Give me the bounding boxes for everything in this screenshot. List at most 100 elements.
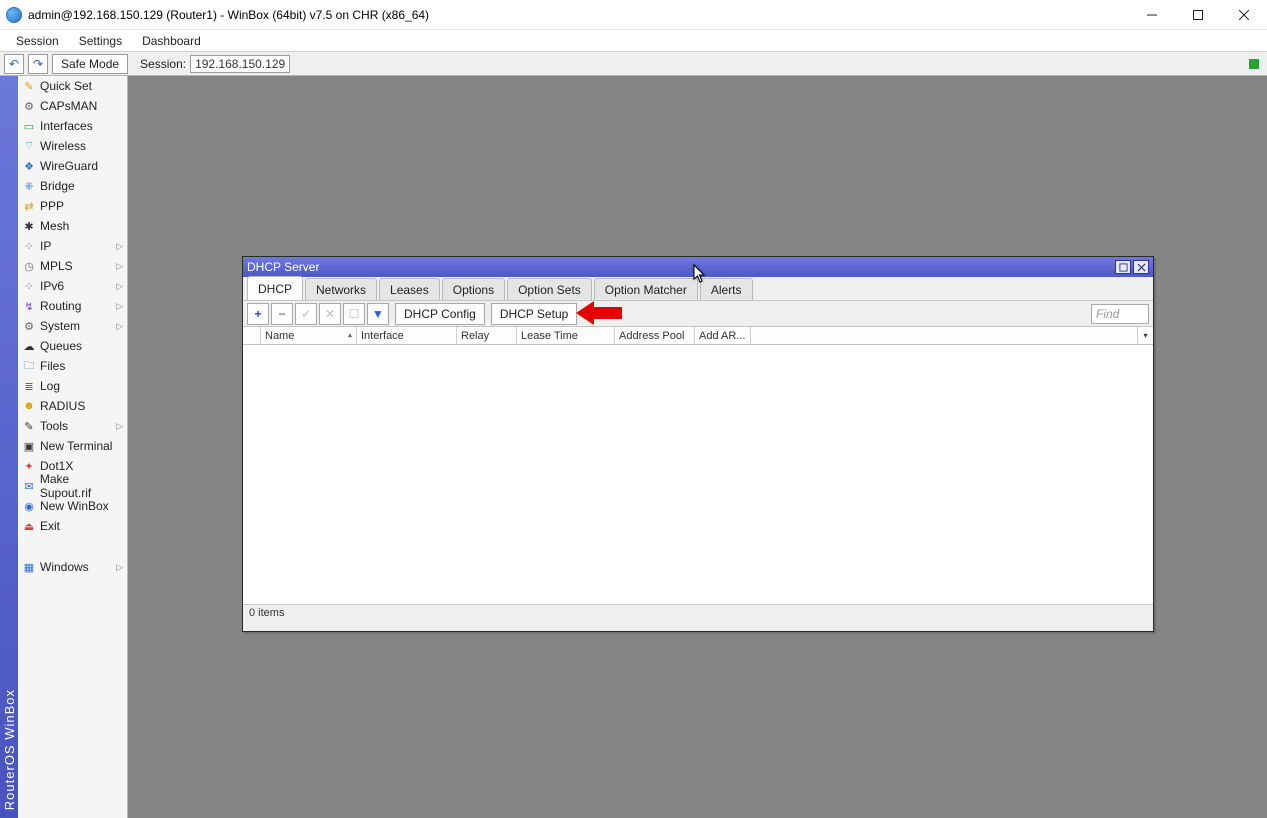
redo-button[interactable]: ↷ (28, 54, 48, 74)
sidebar-item-capsman[interactable]: ⚙CAPsMAN (18, 96, 127, 116)
sidebar-item-label: Windows (40, 560, 89, 574)
submenu-arrow-icon: ▷ (116, 281, 123, 292)
tab-options[interactable]: Options (442, 278, 505, 300)
add-button[interactable]: + (247, 303, 269, 325)
column-header-pool[interactable]: Address Pool (615, 327, 695, 344)
quickset-icon: ✎ (22, 79, 36, 93)
files-icon: 🗀 (22, 359, 36, 373)
dhcp-window-titlebar[interactable]: DHCP Server (243, 257, 1153, 277)
sidebar-item-label: New WinBox (40, 499, 109, 513)
session-value[interactable]: 192.168.150.129 (190, 55, 290, 73)
tab-networks[interactable]: Networks (305, 278, 377, 300)
undo-icon: ↶ (9, 57, 19, 71)
sidebar-item-label: IPv6 (40, 279, 64, 293)
sidebar-item-wireless[interactable]: ⌔Wireless (18, 136, 127, 156)
sidebar-item-exit[interactable]: ⏏ Exit (18, 516, 127, 536)
sidebar-item-mpls[interactable]: ◷MPLS▷ (18, 256, 127, 276)
column-header-name[interactable]: Name (261, 327, 357, 344)
dhcp-window-maximize-button[interactable] (1115, 260, 1131, 274)
check-icon: ✓ (301, 307, 311, 321)
sidebar-item-label: Routing (40, 299, 81, 313)
workspace: DHCP Server DHCPNetworksLeasesOptionsOpt… (128, 76, 1267, 818)
plus-icon: + (254, 307, 261, 321)
exit-icon: ⏏ (22, 519, 36, 533)
window-minimize-button[interactable] (1129, 0, 1175, 30)
column-header-addarp[interactable]: Add AR... (695, 327, 751, 344)
column-chooser-button[interactable]: ▾ (1137, 327, 1153, 344)
cross-icon: ✕ (325, 307, 335, 321)
sidebar-item-log[interactable]: ≣Log (18, 376, 127, 396)
tab-option-sets[interactable]: Option Sets (507, 278, 592, 300)
funnel-icon: ▼ (372, 307, 384, 321)
sidebar-item-ppp[interactable]: ⇄PPP (18, 196, 127, 216)
mesh-icon: ✱ (22, 219, 36, 233)
toolbar: ↶ ↷ Safe Mode Session: 192.168.150.129 (0, 52, 1267, 76)
find-input[interactable]: Find (1091, 304, 1149, 324)
column-header-relay[interactable]: Relay (457, 327, 517, 344)
tab-option-matcher[interactable]: Option Matcher (594, 278, 698, 300)
disable-button[interactable]: ✕ (319, 303, 341, 325)
menu-settings[interactable]: Settings (69, 32, 132, 50)
tab-leases[interactable]: Leases (379, 278, 440, 300)
tools-icon: ✎ (22, 419, 36, 433)
ip-icon: ⁘ (22, 239, 36, 253)
sidebar-item-windows[interactable]: ▦Windows▷ (18, 557, 127, 577)
ppp-icon: ⇄ (22, 199, 36, 213)
sidebar-item-label: Tools (40, 419, 68, 433)
sidebar-item-label: IP (40, 239, 51, 253)
menu-session[interactable]: Session (6, 32, 69, 50)
sidebar-item-ipv6[interactable]: ⁘IPv6▷ (18, 276, 127, 296)
sidebar-item-system[interactable]: ⚙System▷ (18, 316, 127, 336)
sidebar-item-label: Mesh (40, 219, 69, 233)
filter-button[interactable]: ▼ (367, 303, 389, 325)
tab-dhcp[interactable]: DHCP (247, 276, 303, 300)
sidebar-item-label: RADIUS (40, 399, 85, 413)
dhcp-setup-button[interactable]: DHCP Setup (491, 303, 577, 325)
newterm-icon: ▣ (22, 439, 36, 453)
window-titlebar: admin@192.168.150.129 (Router1) - WinBox… (0, 0, 1267, 30)
sidebar-item-interfaces[interactable]: ▭Interfaces (18, 116, 127, 136)
dhcp-status-bar: 0 items (243, 605, 1153, 623)
sidebar-item-radius[interactable]: ☻ RADIUS (18, 396, 127, 416)
sidebar-item-bridge[interactable]: ⁜Bridge (18, 176, 127, 196)
sidebar-item-label: Exit (40, 519, 60, 533)
sidebar-item-routing[interactable]: ↯Routing▷ (18, 296, 127, 316)
column-header-lease[interactable]: Lease Time (517, 327, 615, 344)
sidebar-item-newterm[interactable]: ▣New Terminal (18, 436, 127, 456)
dhcp-list-body[interactable] (243, 345, 1153, 605)
sidebar-item-label: Interfaces (40, 119, 93, 133)
window-maximize-button[interactable] (1175, 0, 1221, 30)
sidebar-item-quickset[interactable]: ✎Quick Set (18, 76, 127, 96)
remove-button[interactable]: − (271, 303, 293, 325)
window-close-button[interactable] (1221, 0, 1267, 30)
sidebar-item-mesh[interactable]: ✱ Mesh (18, 216, 127, 236)
dhcp-column-headers: NameInterfaceRelayLease TimeAddress Pool… (243, 327, 1153, 345)
sidebar-item-label: Dot1X (40, 459, 73, 473)
menu-dashboard[interactable]: Dashboard (132, 32, 211, 50)
enable-button[interactable]: ✓ (295, 303, 317, 325)
connection-status-indicator (1249, 59, 1259, 69)
sidebar-item-supout[interactable]: ✉Make Supout.rif (18, 476, 127, 496)
sidebar-item-files[interactable]: 🗀 Files (18, 356, 127, 376)
submenu-arrow-icon: ▷ (116, 241, 123, 252)
sidebar-item-queues[interactable]: ☁Queues (18, 336, 127, 356)
column-header-flag[interactable] (243, 327, 261, 344)
radius-icon: ☻ (22, 399, 36, 413)
safemode-button[interactable]: Safe Mode (52, 54, 128, 74)
dhcp-window-close-button[interactable] (1133, 260, 1149, 274)
dhcp-config-button[interactable]: DHCP Config (395, 303, 485, 325)
sidebar-item-tools[interactable]: ✎Tools▷ (18, 416, 127, 436)
sidebar-item-label: CAPsMAN (40, 99, 97, 113)
winbox-app-icon (6, 7, 22, 23)
submenu-arrow-icon: ▷ (116, 301, 123, 312)
comment-button[interactable]: ☐ (343, 303, 365, 325)
tab-alerts[interactable]: Alerts (700, 278, 753, 300)
sidebar-item-newwinbox[interactable]: ◉New WinBox (18, 496, 127, 516)
column-header-interface[interactable]: Interface (357, 327, 457, 344)
sidebar-item-ip[interactable]: ⁘ IP ▷ (18, 236, 127, 256)
sidebar-item-label: Log (40, 379, 60, 393)
sidebar-item-wireguard[interactable]: ❖WireGuard (18, 156, 127, 176)
sidebar-item-label: Files (40, 359, 65, 373)
undo-button[interactable]: ↶ (4, 54, 24, 74)
redo-icon: ↷ (33, 57, 43, 71)
